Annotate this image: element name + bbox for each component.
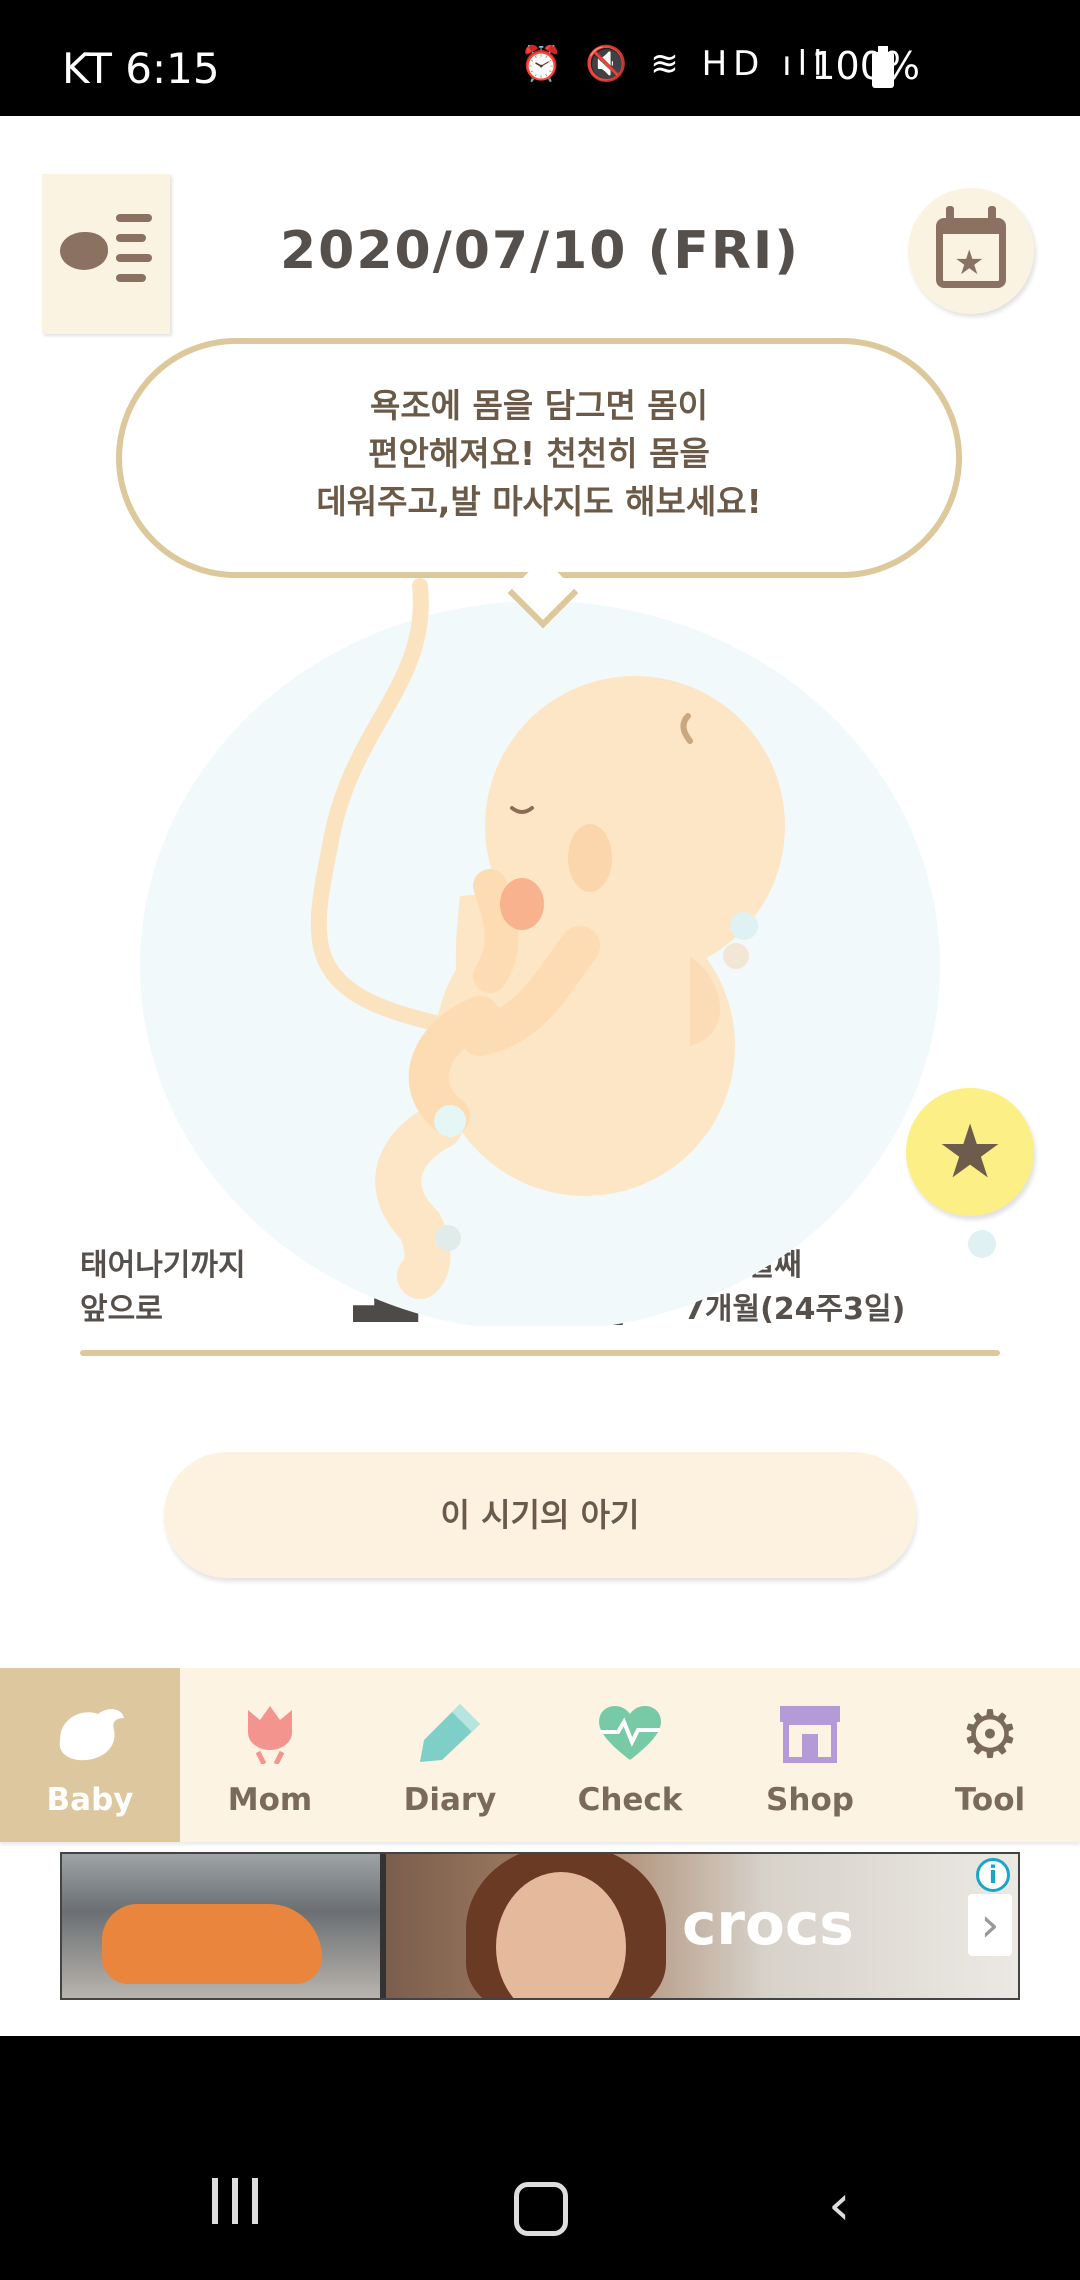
ad-arrow-icon[interactable]: › (968, 1894, 1012, 1956)
ad-banner[interactable]: crocs › i (60, 1852, 1020, 2000)
battery-icon (872, 46, 894, 88)
status-bar: KT 6:15 ⏰ 🔇 ≋ HD ıll 100% (0, 0, 1080, 116)
tip-speech-bubble: 욕조에 몸을 담그면 몸이 편안해져요! 천천히 몸을 데워주고,발 마사지도 … (116, 338, 962, 578)
tulip-icon (248, 1706, 292, 1764)
tip-line-1: 욕조에 몸을 담그면 몸이 (369, 386, 709, 425)
home-button[interactable] (514, 2182, 568, 2236)
back-button[interactable]: ‹ (828, 2178, 850, 2234)
pencil-icon (420, 1704, 480, 1762)
date-title: 2020/07/10 (FRI) (280, 221, 800, 281)
tab-mom[interactable]: Mom (180, 1668, 360, 1842)
favorite-star-button[interactable]: ★ (906, 1088, 1034, 1216)
ad-product-image (62, 1854, 380, 1998)
baby-this-period-button[interactable]: 이 시기의 아기 (164, 1452, 916, 1578)
tip-line-2: 편안해져요! 천천히 몸을 (368, 434, 710, 473)
star-icon: ★ (936, 1109, 1004, 1195)
gear-icon: ⚙ (960, 1696, 1020, 1773)
tab-shop[interactable]: Shop (720, 1668, 900, 1842)
carrier-time: KT 6:15 (62, 44, 220, 93)
decorative-dot (968, 1230, 996, 1258)
menu-button[interactable] (42, 174, 170, 334)
tab-diary[interactable]: Diary (360, 1668, 540, 1842)
baby-menu-icon (60, 232, 108, 270)
bird-icon (59, 1709, 124, 1761)
divider-line (80, 1350, 1000, 1356)
store-icon (780, 1706, 840, 1763)
recent-apps-button[interactable] (212, 2178, 272, 2228)
battery-percent: 100% (811, 44, 920, 88)
app-screen: 2020/07/10 (FRI) ★ 욕조에 몸을 담그면 몸이 편안해져요! … (0, 116, 1080, 2036)
heart-pulse-icon (599, 1705, 661, 1760)
tab-tool[interactable]: ⚙ Tool (900, 1668, 1080, 1842)
ad-info-icon[interactable]: i (976, 1858, 1010, 1892)
tab-check[interactable]: Check (540, 1668, 720, 1842)
tab-baby[interactable]: Baby (0, 1668, 180, 1842)
bottom-nav: Baby Mom Diary Check Shop ⚙ Tool (0, 1668, 1080, 1842)
ad-brand-logo: crocs (682, 1890, 854, 1958)
calendar-button[interactable]: ★ (908, 188, 1034, 314)
fetus-illustration (140, 578, 940, 1326)
system-nav-bar (0, 2036, 1080, 2280)
tip-line-3: 데워주고,발 마사지도 해보세요! (316, 482, 762, 521)
status-icons: ⏰ 🔇 ≋ HD ıll (520, 44, 829, 84)
